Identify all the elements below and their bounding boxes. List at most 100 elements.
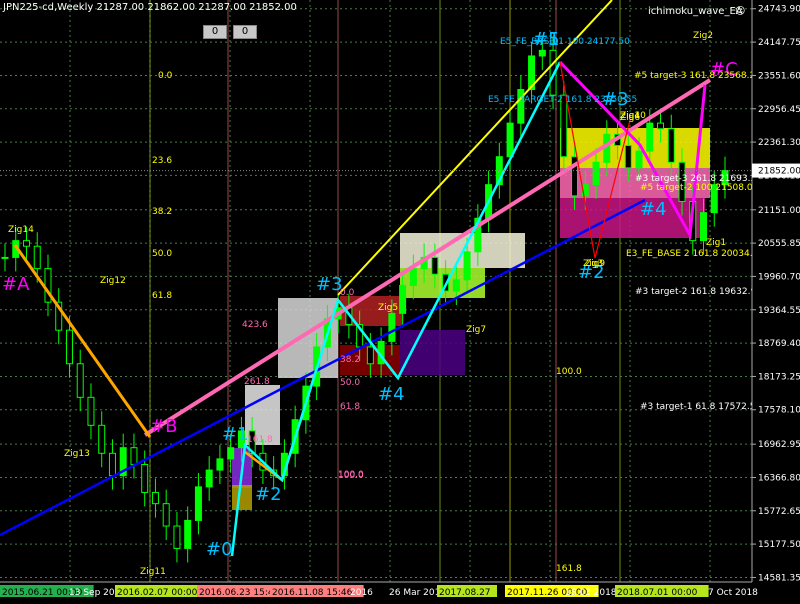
zigzag-label: Zig4 (620, 111, 640, 121)
candle-body (98, 424, 106, 454)
indicator-name: ichimoku_wave_EA (648, 6, 743, 17)
time-tick-label: 2018.07.01 00:00 (617, 588, 698, 598)
candle-body (184, 519, 192, 549)
candle-body (33, 245, 41, 270)
candle-body (194, 486, 202, 521)
candle-body (22, 240, 30, 247)
fib-level-lower: 423.6 (242, 320, 268, 330)
fib-level-lower: 38.2 (340, 355, 360, 365)
annotation-label: E5_FE_TARGET-2 161.8 23550.55 (488, 95, 637, 105)
fib-level-upper: 23.6 (152, 156, 172, 166)
annotation-label: #3 target-1 61.8 17572.51 (640, 402, 761, 412)
candle-body (162, 503, 170, 527)
fib-zone (232, 485, 252, 510)
zigzag-label: Zig5 (378, 303, 398, 313)
wave-label: #4 (640, 199, 667, 220)
time-tick-label: 2017.08.27 (439, 588, 491, 598)
candle-body (173, 525, 181, 549)
price-tick-label: 23551.60 (758, 71, 800, 81)
candle-body (409, 268, 417, 286)
price-tick-label: 17578.10 (758, 406, 800, 416)
wave-label: #B (150, 416, 177, 437)
price-tick-label: 20555.85 (758, 239, 800, 249)
fib-level-upper: 61.8 (152, 291, 172, 301)
candle-body (700, 212, 708, 242)
smiley-icon[interactable]: ☺ (735, 6, 745, 17)
candle-body (399, 284, 407, 314)
trend-line-blue (0, 198, 646, 537)
candle-body (130, 447, 138, 465)
candle-body (141, 463, 149, 493)
fib-level-upper: 161.8 (556, 564, 582, 574)
candle-body (65, 329, 73, 365)
current-price-label: 21852.00 (758, 167, 800, 177)
symbol-info: JPN225-cd,Weekly 21287.00 21862.00 21287… (3, 2, 297, 13)
annotation-label: #5 target-2 100 21508.04 (640, 183, 759, 193)
price-tick-label: 16366.80 (758, 474, 800, 484)
candle-body (463, 251, 471, 281)
price-tick-label: 15772.65 (758, 507, 800, 517)
fib-level-upper: 0.0 (158, 71, 173, 81)
candle-body (205, 469, 213, 488)
time-tick-label: 2016.02.07 00:00 (117, 588, 198, 598)
wave-orange-a (13, 244, 152, 438)
price-tick-label: 14581.35 (758, 573, 800, 583)
price-tick-label: 19960.70 (758, 272, 800, 282)
annotation-label: E3_FE_BASE 2 161.8 20034.58 (626, 249, 764, 259)
candle-body (227, 447, 235, 460)
annotation-label: #3 target-2 161.8 19632.90 (635, 287, 762, 297)
wave-label: #2 (255, 484, 282, 505)
fib-level-lower: 61.8 (340, 402, 360, 412)
counter-button-left[interactable]: 0 (203, 25, 227, 39)
time-tick-label: 2016 (350, 588, 373, 598)
zigzag-label: Zig1 (706, 238, 726, 248)
price-tick-label: 19364.55 (758, 306, 800, 316)
time-tick-label: 18.03 2018 (565, 588, 617, 598)
zigzag-label: Zig12 (100, 276, 126, 286)
fib-zones (232, 128, 710, 510)
zigzag-label: Zig13 (64, 449, 90, 459)
candle-body (151, 491, 159, 505)
candle-body (667, 128, 675, 163)
price-tick-label: 22361.30 (758, 138, 800, 148)
price-tick-label: 15177.50 (758, 540, 800, 550)
price-tick-label: 22956.45 (758, 105, 800, 115)
counter-button-right[interactable]: 0 (233, 25, 257, 39)
zigzag-label: Zig3 (583, 259, 603, 269)
annotation-label: #5 target-3 161.8 23568.24 (634, 71, 761, 81)
candle-body (366, 346, 374, 365)
candle-body (592, 161, 600, 186)
price-tick-label: 24147.75 (758, 38, 800, 48)
zigzag-label: Zig7 (466, 325, 486, 335)
zigzag-label: Zig2 (693, 31, 713, 41)
candle-body (87, 396, 95, 426)
price-tick-label: 16962.95 (758, 440, 800, 450)
candle-body (624, 145, 632, 169)
candle-body (452, 279, 460, 292)
candle-body (538, 49, 546, 57)
fib-level-lower: 261.8 (244, 377, 270, 387)
zigzag-label: Zig11 (140, 567, 166, 577)
time-tick-label: 7 Oct 2018 (708, 588, 758, 598)
time-tick-label: 2016.11.08 15:46 (272, 588, 353, 598)
fib-level-upper: 100.0 (556, 367, 582, 377)
candle-body (388, 312, 396, 342)
price-chart: #0#1#2#3#4#5#A#B#C#1#2#3#4Zig14Zig13Zig1… (0, 0, 800, 600)
candle-body (1, 256, 9, 259)
chart-area[interactable]: #0 #1 #2 #3 #4 #5 #A #B #C #1 #2 #3 #4 Zig14 Zig13 Zig1… (0, 0, 800, 600)
price-tick-label: 18769.40 (758, 339, 800, 349)
wave-label: #3 (316, 274, 343, 295)
price-tick-label: 24743.90 (758, 5, 800, 15)
fib-level-lower: 161.8 (247, 435, 273, 445)
candle-body (216, 458, 224, 471)
candle-body (108, 452, 116, 477)
candle-body (657, 122, 665, 130)
price-tick-label: 18173.25 (758, 372, 800, 382)
candle-body (646, 122, 654, 152)
candle-body (76, 363, 84, 398)
time-tick-label: 2016.06.23 15:46 (199, 588, 280, 598)
price-tick-label: 21151.00 (758, 206, 800, 216)
annotation-label: E5_FE_BASE-1 100 24177.50 (500, 37, 630, 47)
fib-level-lower: 100.0 (338, 470, 364, 480)
fib-level-upper: 50.0 (152, 249, 172, 259)
